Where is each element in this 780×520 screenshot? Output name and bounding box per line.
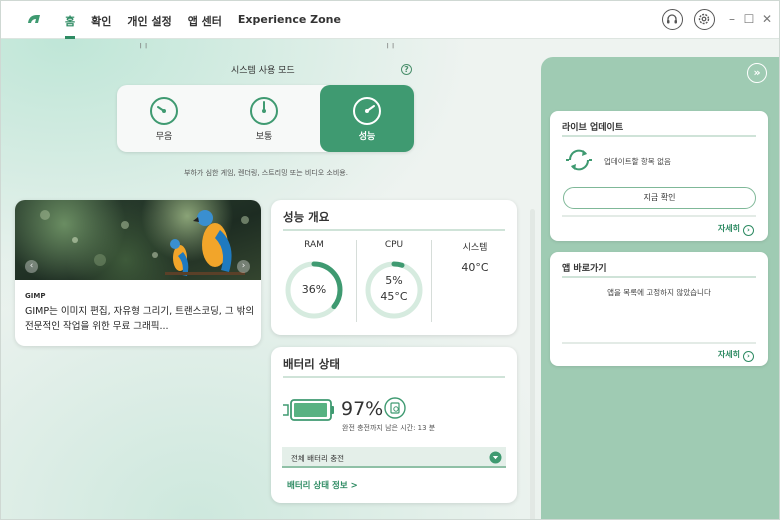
battery-card: 배터리 상태 97% 완전 충전까지 남은 시간: 13 분 전체 배터리 충전… bbox=[271, 347, 517, 503]
gear-icon[interactable] bbox=[694, 9, 715, 30]
system-label: 시스템 bbox=[462, 243, 488, 253]
metric-divider-2 bbox=[431, 240, 432, 322]
battery-value: 97% bbox=[341, 398, 384, 420]
scrollbar[interactable] bbox=[530, 209, 535, 519]
battery-title: 배터리 상태 bbox=[283, 357, 340, 371]
live-update-more-label: 자세히 bbox=[717, 224, 740, 233]
prev-arrow-button[interactable]: ‹ bbox=[25, 260, 38, 273]
mode-normal[interactable]: 보통 bbox=[217, 85, 311, 152]
live-update-card: 라이브 업데이트 업데이트할 항목 없음 지금 확인 자세히 › bbox=[550, 111, 768, 241]
maximize-button[interactable]: ☐ bbox=[742, 12, 756, 26]
app-window: 홈 확인 개인 설정 앱 센터 Experience Zone – ☐ ✕ ╷╷… bbox=[0, 0, 780, 520]
battery-info-link[interactable]: 배터리 상태 정보 > bbox=[287, 479, 358, 491]
metric-divider-1 bbox=[356, 240, 357, 322]
mode-normal-label: 보통 bbox=[255, 132, 273, 142]
cpu-value: 5% bbox=[385, 274, 403, 287]
minimize-button[interactable]: – bbox=[725, 12, 739, 26]
charge-mode-label: 전체 배터리 충전 bbox=[291, 454, 345, 463]
battery-fill bbox=[294, 403, 327, 417]
chevron-down-icon bbox=[489, 451, 502, 464]
app-shortcut-more-link[interactable]: 자세히 › bbox=[718, 349, 754, 362]
close-button[interactable]: ✕ bbox=[760, 12, 774, 26]
next-arrow-button[interactable]: › bbox=[237, 260, 250, 273]
app-shortcut-bottom-rule bbox=[562, 342, 756, 344]
system-temp: 40°C bbox=[461, 261, 489, 274]
live-update-divider bbox=[562, 135, 756, 137]
mode-description: 부하가 심한 게임, 렌더링, 스트리밍 또는 비디오 소비용. bbox=[184, 169, 348, 177]
cpu-temp: 45°C bbox=[380, 290, 408, 303]
battery-report-icon[interactable] bbox=[384, 397, 406, 419]
nav-experience-zone[interactable]: Experience Zone bbox=[238, 1, 341, 39]
app-shortcut-empty: 앱을 목록에 고정하지 않았습니다 bbox=[607, 288, 711, 297]
headset-icon[interactable] bbox=[662, 9, 683, 30]
app-shortcut-card: 앱 바로가기 앱을 목록에 고정하지 않았습니다 자세히 › bbox=[550, 252, 768, 366]
mode-performance-label: 성능 bbox=[358, 132, 376, 142]
sync-icon bbox=[566, 149, 592, 171]
gimp-description: GIMP는 이미지 편집, 자유형 그리기, 트랜스코딩, 그 밖의 전문적인 … bbox=[25, 306, 255, 332]
slider-tick-right: ╷╷ bbox=[385, 39, 396, 49]
cpu-label: CPU bbox=[384, 240, 404, 250]
battery-divider bbox=[283, 376, 505, 378]
performance-card: 성능 개요 RAM 36% CPU 5% 45°C 시스템 40°C bbox=[271, 200, 517, 335]
slider-tick-left: ╷╷ bbox=[138, 39, 149, 49]
update-status: 업데이트할 항목 없음 bbox=[604, 157, 671, 166]
gimp-tag: GIMP bbox=[25, 292, 46, 300]
gauge-high-icon bbox=[353, 97, 381, 125]
gauge-mid-icon bbox=[250, 97, 278, 125]
parrot-illustration bbox=[40, 210, 249, 276]
gimp-promo-image bbox=[15, 200, 261, 280]
nav-check[interactable]: 확인 bbox=[91, 1, 111, 39]
nav-app-center[interactable]: 앱 센터 bbox=[188, 1, 222, 39]
performance-divider bbox=[283, 229, 505, 231]
battery-charging-icon bbox=[283, 399, 334, 421]
mode-silent[interactable]: 무음 bbox=[117, 85, 211, 152]
chevron-right-icon: › bbox=[743, 225, 754, 236]
live-update-bottom-rule bbox=[562, 215, 756, 217]
nav-home[interactable]: 홈 bbox=[65, 1, 76, 39]
ram-label: RAM bbox=[304, 240, 324, 250]
chevron-right-icon: › bbox=[743, 351, 754, 362]
gimp-promo-card[interactable]: ‹ › GIMP GIMP는 이미지 편집, 자유형 그리기, 트랜스코딩, 그… bbox=[15, 200, 261, 346]
app-shortcut-title: 앱 바로가기 bbox=[562, 264, 607, 274]
app-shortcut-divider bbox=[562, 276, 756, 278]
mode-performance[interactable]: 성능 bbox=[320, 85, 414, 152]
main-nav: 홈 확인 개인 설정 앱 센터 Experience Zone bbox=[65, 1, 357, 39]
charge-mode-dropdown[interactable]: 전체 배터리 충전 bbox=[282, 447, 506, 468]
live-update-title: 라이브 업데이트 bbox=[562, 123, 624, 133]
mode-silent-label: 무음 bbox=[155, 132, 173, 142]
check-now-button[interactable]: 지금 확인 bbox=[563, 187, 756, 209]
expand-panel-button[interactable]: » bbox=[747, 63, 767, 83]
help-icon[interactable]: ? bbox=[401, 64, 412, 75]
ram-value: 36% bbox=[301, 283, 327, 296]
nav-personalize[interactable]: 개인 설정 bbox=[127, 1, 171, 39]
app-shortcut-more-label: 자세히 bbox=[717, 350, 740, 359]
live-update-more-link[interactable]: 자세히 › bbox=[718, 223, 754, 236]
performance-title: 성능 개요 bbox=[283, 210, 330, 224]
mode-title: 시스템 사용 모드 bbox=[231, 66, 295, 76]
app-logo-icon bbox=[28, 15, 40, 23]
gauge-low-icon bbox=[150, 97, 178, 125]
battery-time-remaining: 완전 충전까지 남은 시간: 13 분 bbox=[342, 424, 436, 432]
mode-selector: 무음 보통 성능 bbox=[117, 85, 414, 152]
title-bar: 홈 확인 개인 설정 앱 센터 Experience Zone – ☐ ✕ bbox=[1, 1, 779, 39]
